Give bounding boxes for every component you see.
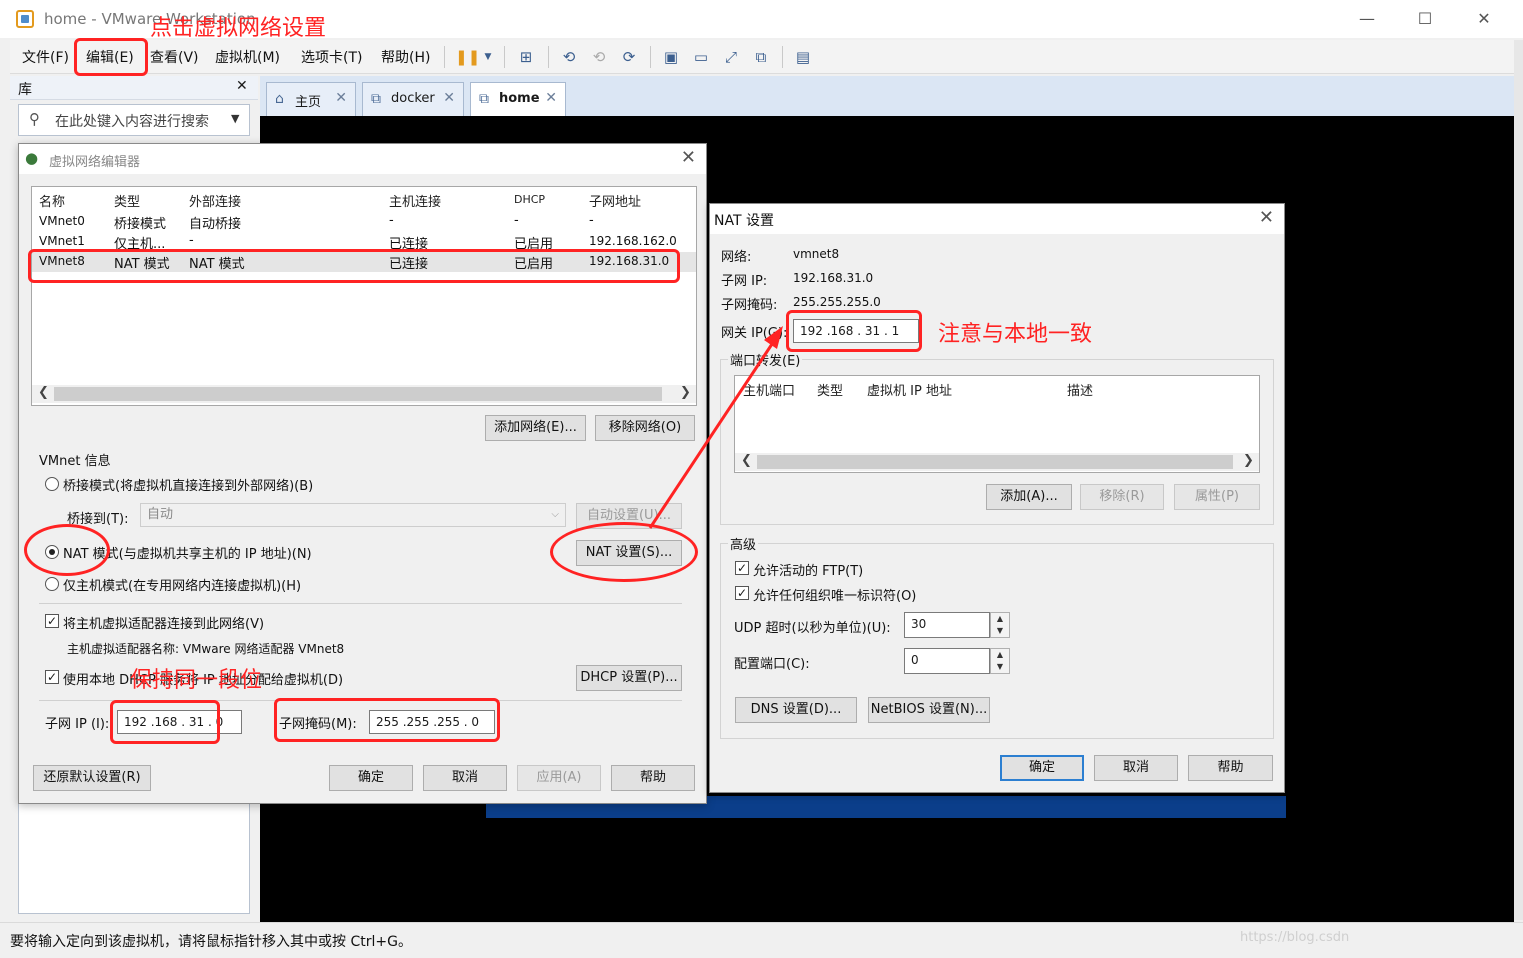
arrow-head: [764, 326, 783, 349]
arrow-line: [648, 337, 778, 529]
annotation-arrow: [648, 326, 783, 529]
